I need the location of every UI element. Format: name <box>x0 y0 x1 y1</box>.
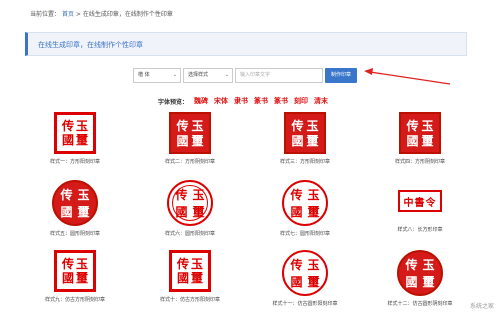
breadcrumb: 当前位置： 首页 > 在线生成印章，在线制作个性印章 <box>30 9 173 18</box>
stamp-caption: 样式三：方形阳刻印章 <box>279 159 330 165</box>
annotation-arrow-icon <box>364 68 451 85</box>
font-sample: 篆书 <box>254 97 269 105</box>
stamp-style-7[interactable]: 传玉國璽 样式七：圆形阳刻印章 <box>260 180 350 237</box>
stamp-caption: 样式一：方形阳刻印章 <box>49 159 100 165</box>
style-select-value: 选择样式 <box>188 72 209 78</box>
font-preview: 字体预览： 魏碑 宋体 隶书 篆书 篆书 刻印 清末 <box>158 96 328 106</box>
stamp-text-input[interactable]: 输入印章文字 <box>235 68 323 83</box>
font-select[interactable]: 楷 体 ⌄ <box>133 68 181 83</box>
stamp-caption: 样式七：圆形阳刻印章 <box>279 231 330 237</box>
site-watermark: 系统之家 <box>469 303 494 310</box>
stamp-caption: 样式五：圆形阴刻印章 <box>49 231 100 237</box>
font-sample: 宋体 <box>214 97 229 105</box>
stamp-preview: 传玉國璽 <box>167 180 213 226</box>
stamp-style-11[interactable]: 传玉國璽 样式十一：仿古圆形阳刻印章 <box>260 250 350 307</box>
stamp-style-5[interactable]: 传玉國璽 样式五：圆形阴刻印章 <box>30 180 120 237</box>
stamp-preview: 传玉國璽 <box>282 180 328 226</box>
chevron-down-icon: ⌄ <box>172 72 177 78</box>
stamp-preview: 传玉國璽 <box>399 112 441 154</box>
breadcrumb-home-link[interactable]: 首页 <box>62 11 74 18</box>
font-select-value: 楷 体 <box>138 72 150 78</box>
stamp-caption: 样式六：圆形阳刻印章 <box>164 231 215 237</box>
font-sample: 清末 <box>314 97 329 105</box>
stamp-preview: 传玉國璽 <box>169 112 211 154</box>
breadcrumb-separator: > <box>75 11 83 18</box>
chevron-down-icon: ⌄ <box>224 72 229 78</box>
font-preview-label: 字体预览： <box>158 98 189 106</box>
stamp-caption: 样式四：方形阴刻印章 <box>394 159 445 165</box>
stamp-text-placeholder: 输入印章文字 <box>240 72 271 78</box>
stamp-preview: 传玉國璽 <box>54 250 96 292</box>
stamp-caption: 样式十一：仿古圆形阳刻印章 <box>272 301 338 307</box>
stamp-toolbar: 楷 体 ⌄ 选择样式 ⌄ 输入印章文字 制作印章 <box>133 68 357 83</box>
stamp-caption: 样式八：长方形印章 <box>397 227 443 233</box>
make-stamp-button[interactable]: 制作印章 <box>325 68 357 83</box>
stamp-preview: 传玉國璽 <box>282 250 328 296</box>
page-title-banner: 在线生成印章，在线制作个性印章 <box>25 32 467 56</box>
stamp-caption: 样式十二：仿古圆形阴刻印章 <box>387 301 453 307</box>
style-select[interactable]: 选择样式 ⌄ <box>183 68 233 83</box>
stamp-preview: 传玉國璽 <box>169 250 211 292</box>
stamp-preview: 中書令 <box>398 190 442 212</box>
stamp-style-1[interactable]: 传玉國璽 样式一：方形阳刻印章 <box>30 112 120 165</box>
breadcrumb-prefix: 当前位置： <box>30 11 61 18</box>
stamp-preview: 传玉國璽 <box>52 180 98 226</box>
stamp-style-6[interactable]: 传玉國璽 样式六：圆形阳刻印章 <box>145 180 235 237</box>
stamp-style-12[interactable]: 传玉國璽 样式十二：仿古圆形阴刻印章 <box>375 250 465 307</box>
page-title: 在线生成印章，在线制作个性印章 <box>38 41 143 49</box>
stamp-style-8[interactable]: 中書令 样式八：长方形印章 <box>375 180 465 233</box>
stamp-preview: 传玉國璽 <box>284 112 326 154</box>
font-sample: 魏碑 <box>194 97 209 105</box>
breadcrumb-current: 在线生成印章，在线制作个性印章 <box>82 11 173 18</box>
stamp-style-2[interactable]: 传玉國璽 样式二：方形阴刻印章 <box>145 112 235 165</box>
font-sample: 篆书 <box>274 97 289 105</box>
stamp-caption: 样式二：方形阴刻印章 <box>164 159 215 165</box>
font-sample: 刻印 <box>294 97 309 105</box>
stamp-preview: 传玉國璽 <box>397 250 443 296</box>
stamp-style-3[interactable]: 传玉國璽 样式三：方形阳刻印章 <box>260 112 350 165</box>
stamp-caption: 样式九：仿古方形阴刻印章 <box>44 297 105 303</box>
stamp-caption: 样式十：仿古方形阳刻印章 <box>159 297 220 303</box>
stamp-style-4[interactable]: 传玉國璽 样式四：方形阴刻印章 <box>375 112 465 165</box>
stamp-style-9[interactable]: 传玉國璽 样式九：仿古方形阴刻印章 <box>30 250 120 303</box>
font-sample: 隶书 <box>234 97 249 105</box>
stamp-preview: 传玉國璽 <box>54 112 96 154</box>
stamp-style-10[interactable]: 传玉國璽 样式十：仿古方形阳刻印章 <box>145 250 235 303</box>
